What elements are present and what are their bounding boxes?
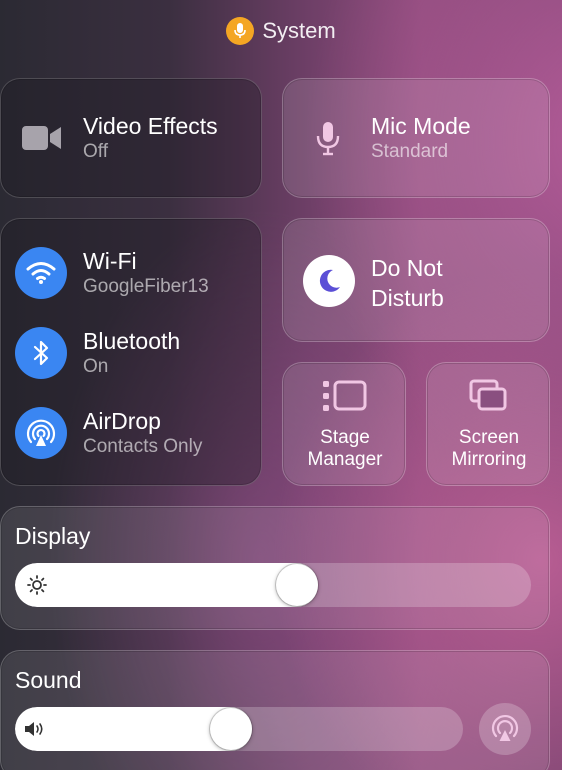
- airdrop-status: Contacts Only: [83, 435, 203, 457]
- video-effects-status: Off: [83, 141, 108, 162]
- brightness-slider-fill: [15, 563, 318, 607]
- sun-icon: [27, 575, 47, 595]
- brightness-slider-knob[interactable]: [276, 564, 318, 606]
- volume-slider-knob[interactable]: [210, 708, 252, 750]
- display-title: Display: [15, 523, 91, 549]
- airdrop-icon[interactable]: [15, 407, 67, 459]
- volume-slider[interactable]: [15, 707, 463, 751]
- wifi-network-name: GoogleFiber13: [83, 275, 209, 297]
- stage-manager-icon: [321, 379, 369, 418]
- wifi-row[interactable]: Wi-Fi GoogleFiber13: [15, 247, 209, 299]
- microphone-icon: [315, 121, 341, 162]
- sound-title: Sound: [15, 667, 82, 693]
- connectivity-tile: Wi-Fi GoogleFiber13 Bluetooth On AirDrop…: [0, 218, 262, 486]
- bluetooth-status: On: [83, 355, 109, 377]
- video-effects-title: Video Effects: [83, 113, 218, 139]
- wifi-icon[interactable]: [15, 247, 67, 299]
- microphone-in-use-icon: [226, 17, 255, 45]
- moon-icon: [303, 255, 355, 307]
- video-effects-tile[interactable]: Video Effects Off: [0, 78, 262, 198]
- stage-manager-tile[interactable]: Stage Manager: [282, 362, 406, 486]
- mic-mode-tile[interactable]: Mic Mode Standard: [282, 78, 550, 198]
- do-not-disturb-tile[interactable]: Do Not Disturb: [282, 218, 550, 342]
- display-tile: Display: [0, 506, 550, 630]
- brightness-slider[interactable]: [15, 563, 531, 607]
- wifi-title: Wi-Fi: [83, 247, 137, 274]
- header-title: System: [262, 18, 336, 43]
- sound-tile: Sound: [0, 650, 550, 770]
- bluetooth-row[interactable]: Bluetooth On: [15, 327, 180, 379]
- screen-mirroring-icon: [469, 379, 509, 418]
- screen-mirroring-label: Screen Mirroring: [451, 427, 527, 470]
- control-center-header: System: [0, 14, 562, 48]
- do-not-disturb-line2: Disturb: [371, 285, 444, 311]
- airplay-audio-icon[interactable]: [479, 703, 531, 755]
- mic-mode-title: Mic Mode: [371, 113, 471, 139]
- do-not-disturb-line1: Do Not: [371, 255, 443, 281]
- mic-mode-status: Standard: [371, 141, 449, 162]
- airdrop-row[interactable]: AirDrop Contacts Only: [15, 407, 202, 459]
- airdrop-title: AirDrop: [83, 407, 161, 434]
- bluetooth-icon[interactable]: [15, 327, 67, 379]
- speaker-icon: [23, 719, 49, 739]
- bluetooth-title: Bluetooth: [83, 327, 181, 354]
- stage-manager-label: Stage Manager: [307, 427, 383, 470]
- screen-mirroring-tile[interactable]: Screen Mirroring: [426, 362, 550, 486]
- video-camera-icon: [21, 122, 63, 159]
